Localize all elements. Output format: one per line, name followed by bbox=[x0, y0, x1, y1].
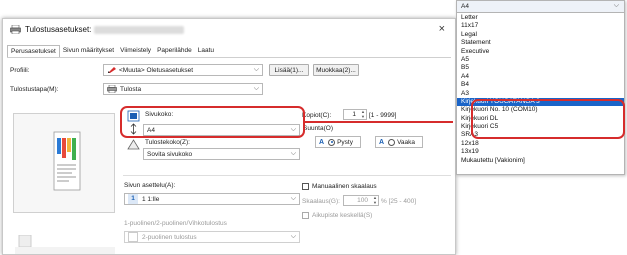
orientation-label: Suunta(O) bbox=[303, 125, 333, 132]
pencil-icon bbox=[108, 67, 116, 73]
orientation-landscape-radio[interactable]: A Vaaka bbox=[375, 136, 423, 148]
dropdown-item[interactable]: A5 bbox=[457, 56, 624, 64]
dropdown-item[interactable]: B5 bbox=[457, 64, 624, 72]
printer-icon bbox=[10, 25, 21, 34]
dropdown-item[interactable]: Mukautettu [Vakionim] bbox=[457, 157, 624, 165]
page-size-highlight bbox=[120, 106, 305, 138]
copies-input[interactable]: 1 ▲ ▼ bbox=[343, 109, 367, 120]
page-layout-label: Sivun asettelu(A): bbox=[124, 182, 176, 189]
dropdown-item[interactable]: A3 bbox=[457, 90, 624, 98]
scaling-label: Skaalaus(G): bbox=[302, 198, 340, 205]
profile-select[interactable]: <Muuta> Oletusasetukset ⌵ bbox=[103, 64, 263, 76]
chevron-down-icon: ⌵ bbox=[290, 195, 296, 202]
preview-image bbox=[53, 131, 81, 191]
faded-device-icon bbox=[15, 235, 115, 254]
dropdown-list: Letter 11x17 Legal Statement Executive A5 B5 A4… bbox=[457, 14, 624, 165]
envelope-sizes-highlight bbox=[471, 99, 625, 139]
add-profile-button[interactable]: Lisää(1)... bbox=[269, 64, 309, 76]
dropdown-item[interactable]: Legal bbox=[457, 31, 624, 39]
printer-icon bbox=[107, 85, 117, 93]
dropdown-item[interactable]: 12x18 bbox=[457, 140, 624, 148]
orientation-portrait-radio[interactable]: A Pysty bbox=[315, 136, 361, 148]
tab-divider bbox=[7, 57, 451, 58]
dropdown-item[interactable]: 13x19 bbox=[457, 148, 624, 156]
dropdown-item[interactable]: A4 bbox=[457, 73, 624, 81]
tab-quality[interactable]: Laatu bbox=[195, 45, 217, 57]
layout-number-icon: 1 bbox=[128, 194, 138, 204]
dropdown-item[interactable]: Letter bbox=[457, 14, 624, 22]
tab-bar: Perusasetukset Sivun määritykset Viimeis… bbox=[7, 45, 217, 57]
duplex-select[interactable]: 2-puolinen tulostus ⌵ bbox=[124, 231, 300, 243]
copies-label: Kopiot(C): bbox=[302, 112, 332, 119]
tab-finishing[interactable]: Viimeistely bbox=[117, 45, 154, 57]
portrait-label: Pysty bbox=[337, 138, 353, 146]
page-preview bbox=[13, 113, 115, 213]
dropdown-current[interactable]: A4 ⌵ bbox=[457, 1, 624, 13]
spin-arrows-icon[interactable]: ▲ ▼ bbox=[361, 109, 365, 119]
center-checkbox[interactable] bbox=[302, 212, 309, 219]
chevron-down-icon: ⌵ bbox=[613, 2, 619, 9]
tab-paper-source[interactable]: Paperilähde bbox=[154, 45, 195, 57]
radio-dot-selected bbox=[328, 138, 336, 146]
chevron-down-icon: ⌵ bbox=[253, 85, 259, 92]
edit-profile-button[interactable]: Muokkaa(2)... bbox=[313, 64, 359, 76]
profile-label: Profiili: bbox=[10, 67, 30, 74]
page-layout-select[interactable]: 1 1 1:lle ⌵ bbox=[124, 193, 300, 205]
window-title-text: Tulostusasetukset: bbox=[25, 25, 92, 34]
copies-range: [1 - 9999] bbox=[369, 112, 397, 119]
duplex-value: 2-puolinen tulostus bbox=[142, 233, 197, 241]
tab-basic[interactable]: Perusasetukset bbox=[7, 45, 60, 57]
dropdown-item[interactable]: Statement bbox=[457, 39, 624, 47]
duplex-icon bbox=[128, 232, 138, 242]
portrait-page-icon: A bbox=[319, 138, 325, 146]
output-size-icon bbox=[127, 139, 140, 150]
scaling-range: % [25 - 400] bbox=[381, 198, 417, 205]
center-label: Aikupiste keskellä(S) bbox=[312, 212, 373, 219]
radio-dot bbox=[388, 138, 396, 146]
tab-page-setup[interactable]: Sivun määritykset bbox=[60, 45, 117, 57]
section-divider bbox=[123, 175, 451, 176]
dropdown-item[interactable]: 11x17 bbox=[457, 22, 624, 30]
output-size-select[interactable]: Sovita sivukoko ⌵ bbox=[143, 148, 300, 160]
copies-value: 1 bbox=[352, 111, 356, 118]
duplex-label: 1-puolinen/2-puolinen/Vihkotulostus bbox=[124, 220, 227, 227]
close-button[interactable]: × bbox=[439, 23, 445, 35]
page-layout-value: 1 1:lle bbox=[142, 195, 160, 203]
output-method-select[interactable]: Tulosta ⌵ bbox=[103, 83, 263, 95]
spin-arrows-icon[interactable]: ▲ ▼ bbox=[373, 195, 377, 205]
scaling-value: 100 bbox=[357, 197, 368, 204]
landscape-page-icon: A bbox=[379, 138, 385, 146]
output-size-label: Tulostekoko(Z): bbox=[145, 139, 190, 146]
print-settings-dialog: Tulostusasetukset: × Perusasetukset Sivu… bbox=[2, 18, 456, 255]
profile-value: <Muuta> Oletusasetukset bbox=[119, 66, 194, 74]
output-method-value: Tulosta bbox=[120, 85, 142, 93]
chevron-down-icon: ⌵ bbox=[290, 150, 296, 157]
chevron-down-icon: ⌵ bbox=[253, 66, 259, 73]
manual-scaling-checkbox[interactable] bbox=[302, 183, 309, 190]
printer-name-blurred bbox=[94, 25, 185, 34]
output-size-value: Sovita sivukoko bbox=[147, 150, 193, 158]
scaling-input[interactable]: 100 ▲ ▼ bbox=[343, 195, 379, 206]
chevron-down-icon: ⌵ bbox=[290, 233, 296, 240]
page-size-dropdown[interactable]: A4 ⌵ Letter 11x17 Legal Statement Executive A… bbox=[456, 0, 625, 175]
output-method-label: Tulostustapa(M): bbox=[10, 86, 59, 93]
dropdown-current-value: A4 bbox=[461, 3, 469, 10]
landscape-label: Vaaka bbox=[397, 138, 416, 146]
dropdown-item[interactable]: B4 bbox=[457, 81, 624, 89]
dropdown-item[interactable]: Executive bbox=[457, 48, 624, 56]
title-bar: Tulostusasetukset: × bbox=[3, 19, 455, 41]
window-title: Tulostusasetukset: bbox=[25, 25, 185, 34]
manual-scaling-label: Manuaalinen skaalaus bbox=[312, 183, 377, 190]
callout-arrow-line bbox=[305, 121, 453, 123]
